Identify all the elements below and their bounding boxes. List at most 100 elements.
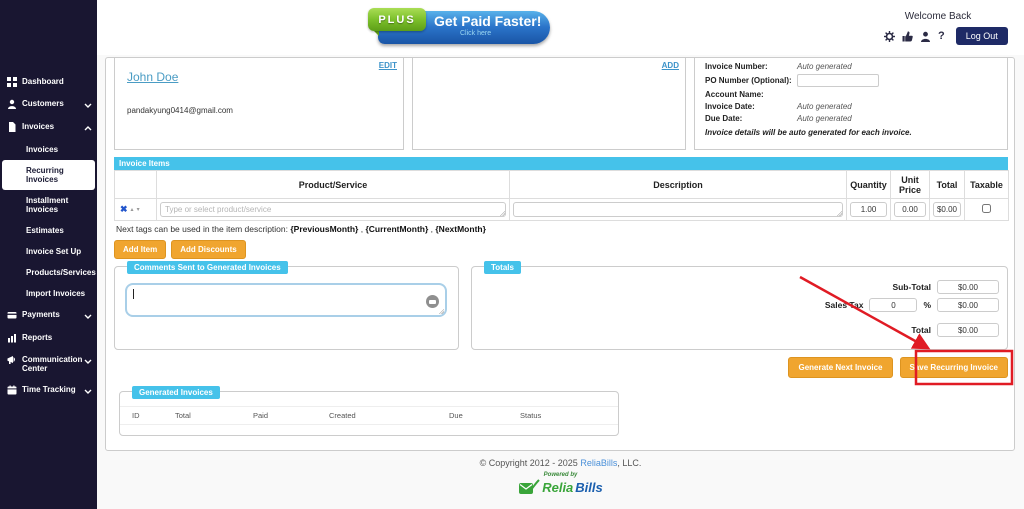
text-caret: [133, 289, 134, 299]
generated-invoices-section-label: Generated Invoices: [132, 386, 220, 399]
add-item-button[interactable]: Add Item: [114, 240, 166, 259]
sidebar-item-invoice-set-up[interactable]: Invoice Set Up: [0, 241, 97, 262]
chevron-down-icon: [84, 385, 92, 396]
sidebar-item-invoices[interactable]: Invoices: [0, 116, 97, 139]
sidebar-item-payments[interactable]: Payments: [0, 304, 97, 327]
subtotal-label: Sub-Total: [892, 282, 931, 292]
po-number-label: PO Number (Optional):: [705, 76, 797, 85]
sidebar-item-label: Invoices: [26, 145, 58, 154]
total-header: Total: [930, 171, 965, 199]
sidebar-item-import-invoices[interactable]: Import Invoices: [0, 283, 97, 304]
promo-banner[interactable]: Get Paid Faster! Click here PLUS: [368, 8, 550, 48]
sidebar-item-products-services[interactable]: Products/Services: [0, 262, 97, 283]
generated-invoices-fieldset: Generated Invoices ID Total Paid Created…: [119, 391, 619, 436]
invoice-items-table: Product/Service Description Quantity Uni…: [114, 170, 1009, 221]
tags-note: Next tags can be used in the item descri…: [116, 224, 486, 234]
copyright-text: © Copyright 2012 - 2025 ReliaBills, LLC.: [97, 458, 1024, 468]
copyright-prefix: © Copyright 2012 - 2025: [480, 458, 581, 468]
line-total-input[interactable]: [933, 202, 961, 217]
powered-by-text: Powered by: [97, 472, 1024, 478]
po-number-input[interactable]: [797, 74, 879, 87]
tags-note-prefix: Next tags can be used in the item descri…: [116, 224, 290, 234]
logo-bills-text: Bills: [575, 480, 602, 495]
logo-relia-text: Relia: [542, 480, 573, 495]
tag-previous-month: {PreviousMonth}: [290, 224, 358, 234]
sidebar-item-invoices-sub[interactable]: Invoices: [0, 139, 97, 160]
sidebar-item-time-tracking[interactable]: Time Tracking: [0, 379, 97, 402]
app-root: Dashboard Customers Invoices: [0, 0, 1024, 509]
sidebar-item-label: Products/Services: [26, 268, 96, 277]
move-row-up-icon[interactable]: ▴: [131, 206, 134, 213]
add-discounts-button[interactable]: Add Discounts: [171, 240, 245, 259]
reliabills-logo[interactable]: ReliaBills: [97, 479, 1024, 496]
product-service-input[interactable]: [160, 202, 506, 217]
description-header: Description: [510, 171, 847, 199]
promo-banner-subtitle[interactable]: Click here: [460, 30, 491, 37]
sidebar-item-label: Communication Center: [22, 355, 74, 373]
sidebar-item-label: Invoice Set Up: [26, 247, 81, 256]
invoice-items-section-header: Invoice Items: [114, 157, 1008, 170]
gear-icon[interactable]: [884, 31, 895, 42]
sidebar-item-label: Reports: [22, 333, 52, 342]
total-label: Total: [911, 325, 931, 335]
thumbs-up-icon[interactable]: [902, 31, 913, 42]
account-name-label: Account Name:: [705, 90, 797, 99]
quantity-header: Quantity: [847, 171, 891, 199]
tag-next-month: {NextMonth}: [435, 224, 486, 234]
subtotal-input[interactable]: [937, 280, 999, 294]
welcome-text: Welcome Back: [884, 11, 1010, 22]
footer: © Copyright 2012 - 2025 ReliaBills, LLC.…: [97, 458, 1024, 496]
sidebar: Dashboard Customers Invoices: [0, 0, 97, 509]
sidebar-item-label: Estimates: [26, 226, 64, 235]
sidebar-item-communication-center[interactable]: Communication Center: [0, 349, 97, 379]
invoices-icon: [7, 122, 18, 132]
resize-handle[interactable]: [836, 210, 842, 216]
gen-col-due: Due: [449, 411, 520, 420]
taxable-checkbox[interactable]: [982, 204, 991, 213]
recurring-invoice-card: EDIT John Doe pandakyung0414@gmail.com A…: [105, 57, 1015, 451]
top-header: Get Paid Faster! Click here PLUS Welcome…: [97, 0, 1024, 55]
due-date-value: Auto generated: [797, 114, 852, 123]
delete-row-icon[interactable]: ✖: [120, 204, 128, 215]
megaphone-icon: [7, 355, 18, 365]
generated-invoices-header-row: ID Total Paid Created Due Status: [120, 406, 618, 425]
sales-tax-label: Sales Tax: [825, 300, 864, 310]
user-icon[interactable]: [920, 31, 931, 42]
sidebar-item-reports[interactable]: Reports: [0, 327, 97, 349]
promo-banner-title: Get Paid Faster!: [434, 13, 541, 29]
total-input[interactable]: [937, 323, 999, 337]
sidebar-item-installment-invoices[interactable]: Installment Invoices: [0, 190, 97, 220]
description-input[interactable]: [513, 202, 843, 217]
save-recurring-invoice-button[interactable]: Save Recurring Invoice: [900, 357, 1008, 378]
payments-icon: [7, 310, 18, 320]
move-row-down-icon[interactable]: ▾: [137, 206, 140, 213]
sidebar-item-dashboard[interactable]: Dashboard: [0, 71, 97, 93]
sidebar-item-recurring-invoices[interactable]: Recurring Invoices: [2, 160, 95, 190]
comments-section-label: Comments Sent to Generated Invoices: [127, 261, 288, 274]
help-icon[interactable]: ?: [938, 30, 945, 42]
edit-customer-link[interactable]: EDIT: [379, 61, 397, 70]
sales-tax-rate-input[interactable]: [869, 298, 917, 312]
logout-button[interactable]: Log Out: [956, 27, 1008, 45]
calendar-icon: [7, 385, 18, 395]
sidebar-item-label: Invoices: [22, 122, 54, 131]
generate-next-invoice-button[interactable]: Generate Next Invoice: [788, 357, 892, 378]
sidebar-item-estimates[interactable]: Estimates: [0, 220, 97, 241]
quantity-input[interactable]: [850, 202, 887, 217]
reliabills-link[interactable]: ReliaBills: [580, 458, 617, 468]
gen-col-status: Status: [520, 411, 600, 420]
resize-handle[interactable]: [499, 210, 505, 216]
add-link[interactable]: ADD: [662, 61, 679, 70]
invoice-item-row: ✖ ▴ ▾: [115, 199, 1009, 221]
sales-tax-amount-input[interactable]: [937, 298, 999, 312]
auto-generated-note: Invoice details will be auto generated f…: [705, 128, 999, 137]
taxable-header: Taxable: [965, 171, 1009, 199]
comments-textarea[interactable]: [125, 283, 447, 317]
unit-price-input[interactable]: [894, 202, 926, 217]
customer-name-link[interactable]: John Doe: [127, 70, 178, 84]
comment-widget-icon[interactable]: [426, 295, 439, 308]
sidebar-item-customers[interactable]: Customers: [0, 93, 97, 116]
resize-handle[interactable]: [438, 308, 444, 314]
chevron-down-icon: [84, 355, 92, 366]
customer-panel: EDIT John Doe pandakyung0414@gmail.com: [114, 58, 404, 150]
